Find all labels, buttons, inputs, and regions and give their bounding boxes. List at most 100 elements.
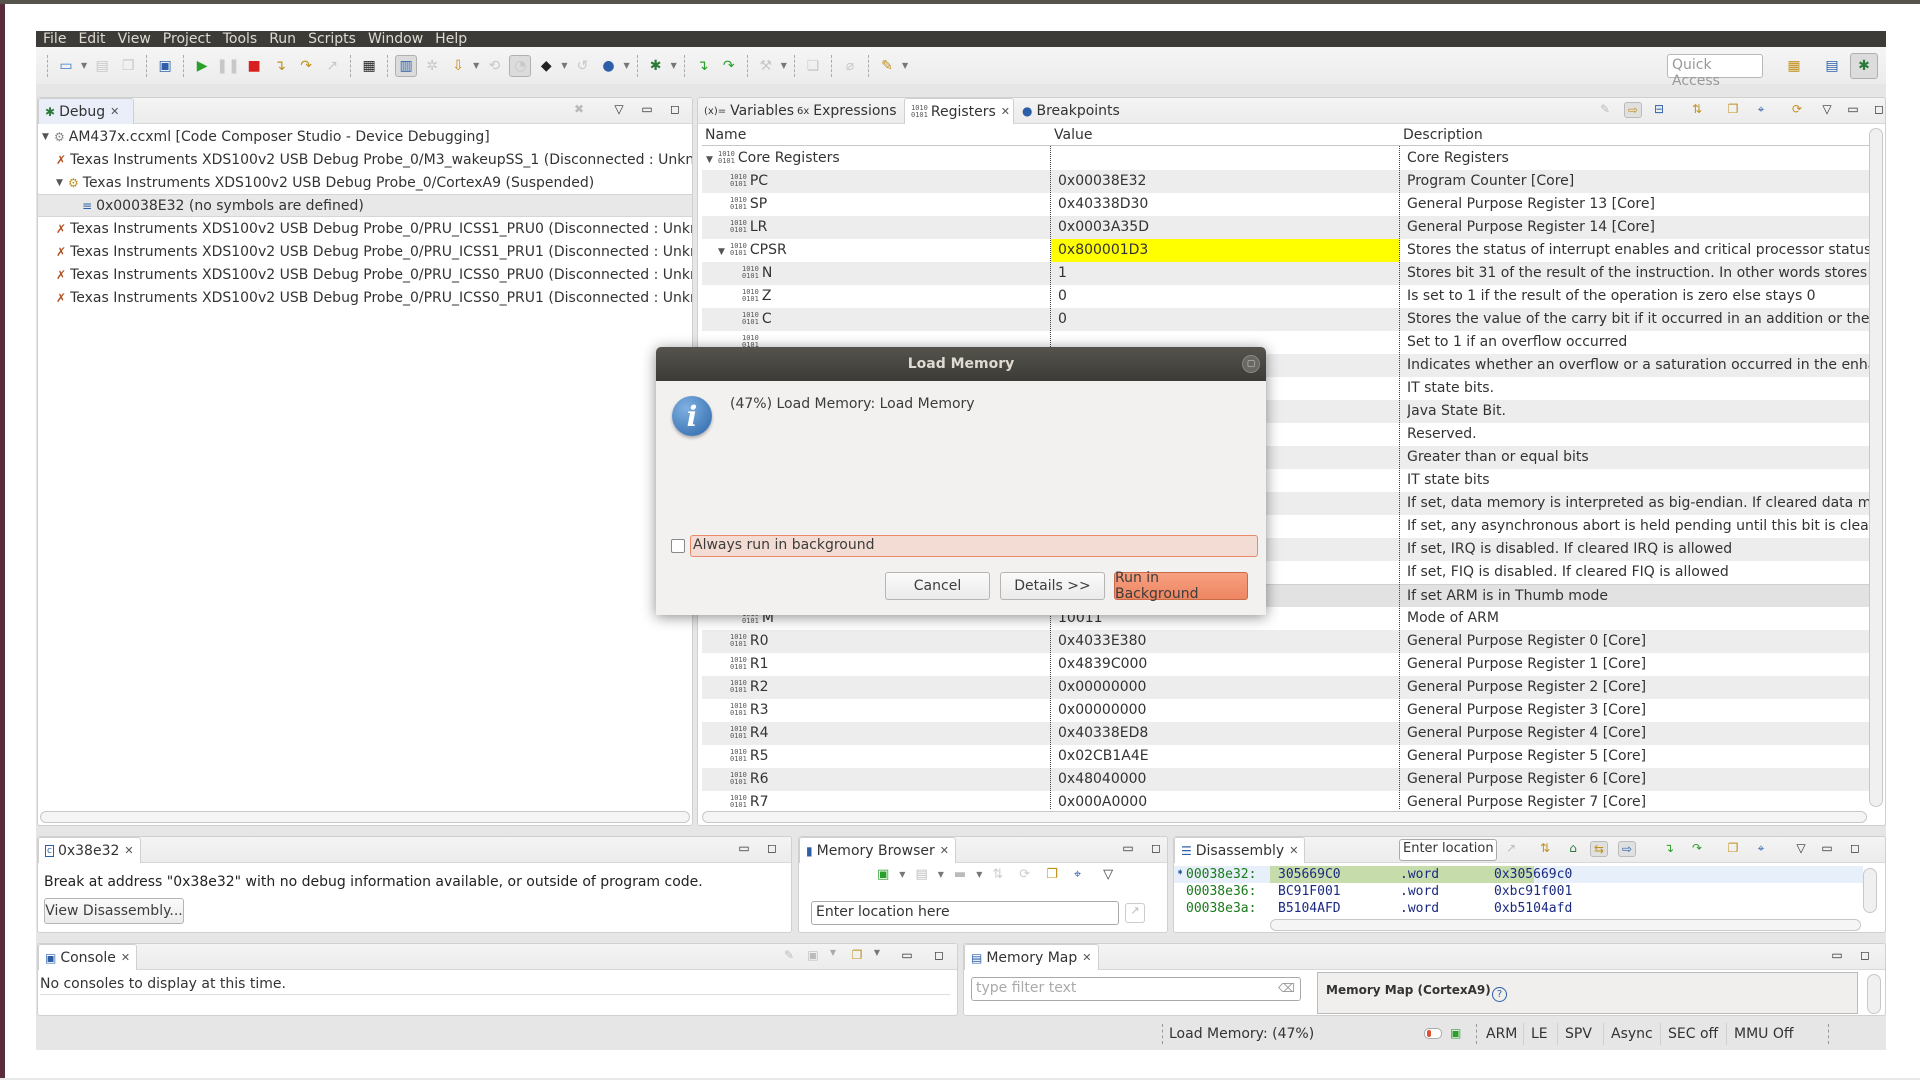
load-dropdown-icon[interactable]: ▼ <box>473 61 479 70</box>
maximize-icon[interactable]: ◻ <box>1846 841 1864 855</box>
view-disassembly-button[interactable]: View Disassembly... <box>44 898 184 924</box>
dropdown-icon[interactable]: ▼ <box>976 870 982 879</box>
build-icon[interactable]: ⚒ <box>755 55 777 77</box>
open-perspective-icon[interactable]: ▦ <box>1780 53 1808 79</box>
register-value[interactable]: 0 <box>1058 311 1394 327</box>
menu-scripts[interactable]: Scripts <box>308 31 356 47</box>
menu-view[interactable]: View <box>118 31 151 47</box>
resume-icon[interactable]: ▶ <box>191 55 213 77</box>
minimize-icon[interactable]: ▭ <box>1119 841 1137 855</box>
dropdown-icon[interactable]: ▼ <box>868 948 886 957</box>
column-description[interactable]: Description <box>1403 127 1483 143</box>
refresh-icon[interactable]: ⇅ <box>1688 102 1706 116</box>
register-value[interactable]: 0x02CB1A4E <box>1058 748 1394 764</box>
debug-icon[interactable]: ✱ <box>645 55 667 77</box>
disassembly-vertical-scrollbar[interactable] <box>1863 868 1877 913</box>
show-source-icon[interactable]: ⇨ <box>1618 841 1636 857</box>
assembly-step-into-icon[interactable]: ↴ <box>692 55 714 77</box>
tab-source[interactable]: c 0x38e32 ✕ <box>38 837 141 863</box>
disassembly-line[interactable]: ➧ 00038e32: 305669C0 .word 0x305669c0 <box>1174 866 1863 883</box>
register-row[interactable]: 1010 0101 R6 0x48040000 General Purpose Regi… <box>702 768 1869 791</box>
chip-icon[interactable]: ◆ <box>535 55 557 77</box>
register-row[interactable]: 1010 0101 R0 0x4033E380 General Purpose Regi… <box>702 630 1869 653</box>
grid-icon[interactable]: ▦ <box>358 55 380 77</box>
home-icon[interactable]: ⌂ <box>1564 841 1582 855</box>
assembly-step-over-icon[interactable]: ↷ <box>1688 841 1706 855</box>
clear-filter-icon[interactable]: ⌫ <box>1278 981 1295 995</box>
new-view-icon[interactable]: ❐ <box>1724 841 1742 855</box>
register-row[interactable]: 1010 0101 N 1 Stores bit 31 of the result of… <box>702 262 1869 285</box>
view-menu-icon[interactable]: ▽ <box>1818 102 1836 116</box>
dropdown-icon[interactable]: ▼ <box>824 948 842 957</box>
maximize-icon[interactable]: ◻ <box>666 102 684 116</box>
column-name[interactable]: Name <box>705 127 746 143</box>
status-sec[interactable]: SEC off <box>1668 1026 1718 1042</box>
tab-disassembly[interactable]: ☰ Disassembly ✕ <box>1174 837 1306 863</box>
flash-icon[interactable]: ✎ <box>876 55 898 77</box>
minimize-icon[interactable]: ▭ <box>898 948 916 962</box>
run-in-background-button[interactable]: Run in Background <box>1114 570 1248 602</box>
register-value[interactable]: 0x000A0000 <box>1058 794 1394 809</box>
register-value[interactable]: 0x40338ED8 <box>1058 725 1394 741</box>
tab-memory-map[interactable]: ▤ Memory Map ✕ <box>964 944 1099 970</box>
always-run-background-label[interactable]: Always run in background <box>690 535 1258 557</box>
go-icon[interactable]: ↗ <box>1125 903 1145 923</box>
close-icon[interactable]: ✕ <box>940 844 949 857</box>
menu-tools[interactable]: Tools <box>223 31 258 47</box>
status-mmu[interactable]: MMU Off <box>1734 1026 1794 1042</box>
register-row[interactable]: 1010 0101 LR 0x0003A35D General Purpose Regi… <box>702 216 1869 239</box>
debug-tree-item[interactable]: ✗ Texas Instruments XDS100v2 USB Debug Pr… <box>38 263 692 286</box>
expand-arrow-icon[interactable]: ▼ <box>718 247 730 257</box>
debug-dropdown-icon[interactable]: ▼ <box>671 61 677 70</box>
register-row[interactable]: 1010 0101 R4 0x40338ED8 General Purpose Regi… <box>702 722 1869 745</box>
progress-indicator-icon[interactable] <box>1424 1028 1442 1039</box>
status-le[interactable]: LE <box>1531 1026 1548 1042</box>
disassembly-line[interactable]: 00038e36: BC91F001 .word 0xbc91f001 <box>1174 883 1863 900</box>
collapse-all-icon[interactable]: ⊟ <box>1650 102 1668 116</box>
step-return-icon[interactable]: ↗ <box>321 55 343 77</box>
pin-icon[interactable]: ⌖ <box>1074 867 1081 882</box>
disassembly-line[interactable]: 00038e3a: B5104AFD .word 0xb5104afd <box>1174 900 1863 917</box>
status-arm[interactable]: ARM <box>1486 1026 1517 1042</box>
ccs-edit-perspective-icon[interactable]: ▤ <box>1818 53 1846 79</box>
dropdown-icon[interactable]: ▼ <box>938 870 944 879</box>
quick-access-input[interactable]: Quick Access <box>1667 54 1763 89</box>
remove-terminated-icon[interactable]: ✖ <box>570 102 588 116</box>
menu-edit[interactable]: Edit <box>78 31 105 47</box>
register-row[interactable]: 1010 0101 PC 0x00038E32 Program Counter [Cor… <box>702 170 1869 193</box>
new-view-icon[interactable]: ❐ <box>1046 867 1058 882</box>
connect-target-icon[interactable]: ▥ <box>395 54 418 77</box>
menu-help[interactable]: Help <box>435 31 467 47</box>
register-value[interactable]: 0x4839C000 <box>1058 656 1394 672</box>
build-dropdown-icon[interactable]: ▼ <box>781 61 787 70</box>
tab-registers[interactable]: 1010 0101 Registers ✕ <box>904 98 1014 124</box>
pin-console-icon[interactable]: ✎ <box>780 948 798 962</box>
menu-project[interactable]: Project <box>163 31 211 47</box>
close-icon[interactable]: ✕ <box>124 844 133 857</box>
cancel-button[interactable]: Cancel <box>885 572 990 600</box>
debug-tree-item[interactable]: ≡ 0x00038E32 (no symbols are defined) <box>38 194 692 217</box>
column-value[interactable]: Value <box>1054 127 1092 143</box>
close-icon[interactable]: ✕ <box>121 951 130 964</box>
display-console-icon[interactable]: ▣ <box>804 948 822 962</box>
dropdown-icon[interactable]: ▼ <box>899 870 905 879</box>
register-row[interactable]: ▼1010 0101 Core Registers Core Registers <box>702 147 1869 170</box>
minimize-icon[interactable]: ▭ <box>1818 841 1836 855</box>
minimize-icon[interactable]: ▭ <box>735 841 753 855</box>
tab-memory-browser[interactable]: ▮ Memory Browser ✕ <box>799 837 956 863</box>
register-value[interactable]: 0x0003A35D <box>1058 219 1394 235</box>
chip-icon[interactable]: ▬ <box>954 867 966 882</box>
register-row[interactable]: 1010 0101 R2 0x00000000 General Purpose Regi… <box>702 676 1869 699</box>
close-icon[interactable]: ✕ <box>1001 105 1010 118</box>
maximize-icon[interactable]: ◻ <box>930 948 948 962</box>
breakpoint-toggle-icon[interactable]: ◔ <box>509 54 532 77</box>
step-over-icon[interactable]: ↷ <box>295 55 317 77</box>
menu-window[interactable]: Window <box>368 31 423 47</box>
view-menu-icon[interactable]: ▽ <box>610 102 628 116</box>
chip-dropdown-icon[interactable]: ▼ <box>561 61 567 70</box>
save-icon[interactable]: ▤ <box>91 55 113 77</box>
close-icon[interactable]: ✕ <box>110 105 119 118</box>
format-icon[interactable]: ✎ <box>1596 102 1614 116</box>
tab-breakpoints[interactable]: ● Breakpoints <box>1016 98 1126 124</box>
register-value[interactable]: 0x00000000 <box>1058 702 1394 718</box>
